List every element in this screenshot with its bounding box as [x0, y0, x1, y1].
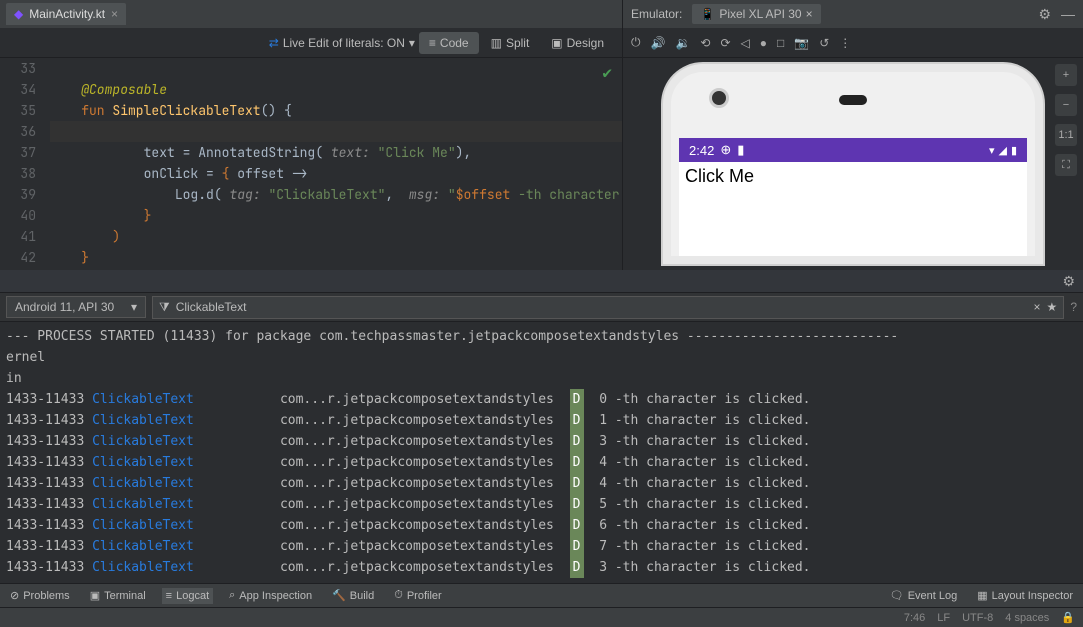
device-combo[interactable]: Android 11, API 30 ▾ [6, 296, 146, 318]
mode-design-button[interactable]: ▣ Design [541, 32, 614, 54]
overview-icon[interactable]: □ [777, 36, 784, 50]
tab-filename: MainActivity.kt [29, 7, 105, 21]
caret-position[interactable]: 7:46 [904, 612, 925, 624]
build-tab[interactable]: 🔨Build [328, 587, 378, 604]
app-inspection-tab[interactable]: ⌕App Inspection [225, 587, 316, 604]
encoding[interactable]: UTF-8 [962, 612, 993, 624]
home-icon[interactable]: ● [760, 36, 767, 50]
code-icon: ≡ [429, 36, 436, 50]
gear-icon[interactable]: ⚙ [1038, 6, 1051, 23]
profiler-icon: ⏱ [394, 589, 403, 602]
build-icon: 🔨 [332, 589, 346, 602]
problems-tab[interactable]: ⊘Problems [6, 587, 74, 604]
problems-icon: ⊘ [10, 589, 19, 602]
chevron-down-icon: ▾ [409, 36, 415, 50]
mode-split-button[interactable]: ▥ Split [481, 32, 540, 54]
phone-icon: 📱 [700, 7, 715, 21]
camera-icon [709, 88, 729, 108]
split-icon: ▥ [491, 36, 502, 50]
logcat-filter-row: Android 11, API 30 ▾ ⧩ × ★ ? [0, 292, 1083, 322]
live-edit-icon: ⇄ [269, 36, 279, 50]
clear-icon[interactable]: × [1034, 300, 1041, 314]
wifi-icon: ▾ [989, 144, 995, 157]
log-row: 1433-11433 ClickableText com...r.jetpack… [6, 473, 1077, 494]
phone-frame: 2:42 ⊕ ▮ ▾ ◢ ▮ Click Me [663, 64, 1043, 264]
phone-statusbar: 2:42 ⊕ ▮ ▾ ◢ ▮ [679, 138, 1027, 162]
chevron-down-icon: ▾ [131, 300, 137, 314]
filter-icon: ⧩ [159, 300, 170, 315]
inspection-icon: ⌕ [229, 589, 235, 602]
volume-down-icon[interactable]: 🔉 [675, 36, 690, 50]
star-icon[interactable]: ★ [1047, 300, 1058, 314]
indent[interactable]: 4 spaces [1005, 612, 1049, 624]
app-content[interactable]: Click Me [679, 162, 1027, 191]
zoom-fit-button[interactable]: ⛶ [1055, 154, 1077, 176]
minimize-icon[interactable]: — [1061, 6, 1075, 22]
voicemail-icon: ⊕ [720, 142, 731, 158]
speaker-icon [839, 95, 867, 105]
panel-settings-bar: ⚙ [0, 270, 1083, 292]
volume-up-icon[interactable]: 🔊 [651, 36, 666, 50]
close-icon[interactable]: × [111, 7, 118, 21]
phone-screen[interactable]: 2:42 ⊕ ▮ ▾ ◢ ▮ Click Me [679, 138, 1027, 256]
line-ending[interactable]: LF [937, 612, 950, 624]
statusbar-time: 2:42 [689, 143, 714, 158]
editor-toolbar: ⇄ Live Edit of literals: ON ▾ ≡ Code ▥ S… [0, 28, 622, 58]
kotlin-file-icon: ◆ [14, 7, 23, 21]
emulator-view[interactable]: + − 1:1 ⛶ 2:42 ⊕ ▮ [623, 58, 1083, 270]
live-edit-toggle[interactable]: ⇄ Live Edit of literals: ON ▾ [269, 36, 415, 50]
gutter: 33343536373839404142 [0, 58, 50, 270]
zoom-11-button[interactable]: 1:1 [1055, 124, 1077, 146]
rotate-left-icon[interactable]: ⟲ [700, 36, 710, 50]
log-row: 1433-11433 ClickableText com...r.jetpack… [6, 431, 1077, 452]
clickable-text[interactable]: Click Me [685, 166, 754, 186]
logcat-output[interactable]: --- PROCESS STARTED (11433) for package … [0, 322, 1083, 583]
help-icon[interactable]: ? [1070, 300, 1077, 314]
more-icon[interactable]: ⋮ [839, 36, 851, 50]
gear-icon[interactable]: ⚙ [1062, 273, 1075, 290]
design-icon: ▣ [551, 36, 562, 50]
logcat-filter-input[interactable]: ⧩ × ★ [152, 296, 1064, 319]
terminal-icon: ▣ [90, 589, 100, 602]
signal-icon: ◢ [998, 144, 1006, 157]
emulator-device-tab[interactable]: 📱 Pixel XL API 30 × [692, 4, 820, 24]
lock-icon[interactable]: 🔒 [1061, 611, 1075, 624]
log-row: 1433-11433 ClickableText com...r.jetpack… [6, 557, 1077, 578]
back-icon[interactable]: ◁ [741, 36, 750, 50]
ide-statusbar: 7:46 LF UTF-8 4 spaces 🔒 [0, 607, 1083, 627]
log-row: 1433-11433 ClickableText com...r.jetpack… [6, 536, 1077, 557]
log-row: 1433-11433 ClickableText com...r.jetpack… [6, 515, 1077, 536]
editor-tabbar: ◆ MainActivity.kt × [0, 0, 622, 28]
log-row: 1433-11433 ClickableText com...r.jetpack… [6, 494, 1077, 515]
log-row: 1433-11433 ClickableText com...r.jetpack… [6, 389, 1077, 410]
logcat-tab[interactable]: ≡Logcat [162, 588, 213, 604]
notification-icon: ▮ [737, 142, 744, 158]
screenshot-icon[interactable]: 📷 [794, 36, 809, 50]
snapshot-icon[interactable]: ↺ [819, 36, 829, 50]
logcat-icon: ≡ [166, 590, 172, 602]
power-icon[interactable]: ⏻ [631, 35, 641, 50]
emulator-label: Emulator: [631, 7, 682, 21]
layout-inspector-icon: ▦ [977, 589, 987, 602]
profiler-tab[interactable]: ⏱Profiler [390, 587, 445, 604]
zoom-in-button[interactable]: + [1055, 64, 1077, 86]
zoom-out-button[interactable]: − [1055, 94, 1077, 116]
emulator-tabbar: Emulator: 📱 Pixel XL API 30 × ⚙ — [623, 0, 1083, 28]
layout-inspector-tab[interactable]: ▦Layout Inspector [973, 587, 1077, 604]
file-tab[interactable]: ◆ MainActivity.kt × [6, 3, 126, 25]
event-log-tab[interactable]: 🗨Event Log [886, 587, 962, 604]
event-log-icon: 🗨 [890, 589, 904, 602]
emulator-toolbar: ⏻ 🔊 🔉 ⟲ ⟳ ◁ ● □ 📷 ↺ ⋮ [623, 28, 1083, 58]
close-icon[interactable]: × [806, 7, 813, 21]
code-editor[interactable]: 33343536373839404142 @Composable fun Sim… [0, 58, 622, 270]
mode-code-button[interactable]: ≡ Code [419, 32, 479, 54]
log-row: 1433-11433 ClickableText com...r.jetpack… [6, 452, 1077, 473]
bottom-tool-tabs: ⊘Problems ▣Terminal ≡Logcat ⌕App Inspect… [0, 583, 1083, 607]
terminal-tab[interactable]: ▣Terminal [86, 587, 150, 604]
battery-icon: ▮ [1011, 144, 1017, 157]
log-row: 1433-11433 ClickableText com...r.jetpack… [6, 410, 1077, 431]
filter-text-field[interactable] [176, 300, 1028, 314]
inspection-ok-icon[interactable]: ✔ [602, 62, 612, 83]
rotate-right-icon[interactable]: ⟳ [720, 36, 730, 50]
